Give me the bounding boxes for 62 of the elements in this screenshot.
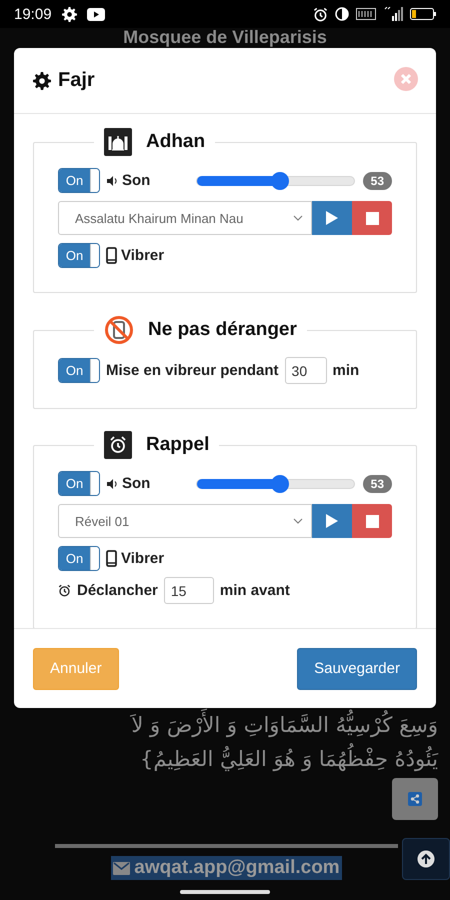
vibrate-label: Vibrer [121, 550, 164, 567]
scroll-top-button[interactable] [402, 838, 450, 880]
section-title: Ne pas déranger [148, 319, 297, 341]
section-title: Adhan [146, 131, 206, 153]
speaker-icon [106, 478, 118, 490]
chevron-icon [293, 518, 303, 524]
sound-select[interactable]: Réveil 01 [58, 504, 312, 538]
network-badge-icon [356, 8, 376, 20]
toggle-switch[interactable]: On [58, 243, 100, 268]
play-button[interactable] [312, 504, 352, 538]
stop-button[interactable] [352, 504, 392, 538]
unit-label: min avant [220, 582, 290, 599]
save-button[interactable]: Sauvegarder [297, 648, 417, 690]
toggle-switch[interactable]: On [58, 168, 100, 193]
speaker-icon [106, 174, 118, 186]
settings-icon [33, 72, 51, 90]
app-title: Mosquee de Villeparisis [122, 28, 328, 49]
alarm-icon [104, 431, 132, 459]
section-title: Rappel [146, 434, 210, 456]
unit-label: min [332, 362, 360, 379]
mosque-icon [104, 128, 132, 156]
verse-line: وَسِعَ كُرْسِيُّهُ السَّمَاوَاتِ وَ الأَرْضَ وَ لاَ [40, 708, 438, 742]
slider-thumb[interactable] [271, 474, 290, 492]
email-link[interactable]: awqat.app@gmail.com [111, 856, 342, 880]
share-icon [408, 792, 422, 806]
sound-label: Son [122, 475, 150, 492]
silent-label: Mise en vibreur pendant [106, 362, 279, 379]
phone-icon [106, 550, 117, 567]
toggle-switch[interactable]: On [58, 546, 100, 571]
toggle-switch[interactable]: On [58, 358, 100, 383]
close-icon [394, 67, 418, 91]
stop-icon [366, 514, 378, 528]
play-icon [325, 513, 339, 529]
play-icon [325, 210, 339, 226]
signal-icon [383, 7, 403, 21]
trigger-label: Déclancher [77, 582, 158, 599]
battery-icon [410, 8, 436, 20]
minutes-field[interactable]: 15 [164, 577, 214, 604]
settings-icon [62, 6, 77, 22]
minutes-field[interactable]: 30 [284, 357, 327, 384]
chevron-icon [293, 215, 303, 221]
mail-icon [113, 862, 130, 874]
sound-select[interactable]: Assalatu Khairum Minan Nau [58, 201, 312, 235]
play-button[interactable] [312, 201, 352, 235]
play-icon [86, 8, 105, 20]
arrow-up-icon [417, 850, 435, 868]
alarm-icon [313, 6, 328, 22]
slider-thumb[interactable] [271, 172, 290, 190]
vibrate-label: Vibrer [121, 247, 164, 264]
volume-value: 53 [362, 172, 392, 190]
toggle-switch[interactable]: On [58, 471, 100, 496]
verse-line: يَئُودُهُ حِفْظُهُمَا وَ هُوَ العَلِيُّ العَظِيمُ} [40, 742, 438, 776]
clock: 19:09 [14, 6, 52, 22]
stop-icon [366, 212, 378, 224]
alarm-icon [58, 584, 71, 597]
phone-icon [106, 247, 117, 264]
no-phone-icon [104, 315, 134, 345]
contrast-icon [335, 7, 349, 21]
stop-button[interactable] [352, 201, 392, 235]
volume-value: 53 [362, 474, 392, 492]
sound-label: Son [122, 172, 150, 189]
dialog-title: Fajr [58, 69, 96, 92]
